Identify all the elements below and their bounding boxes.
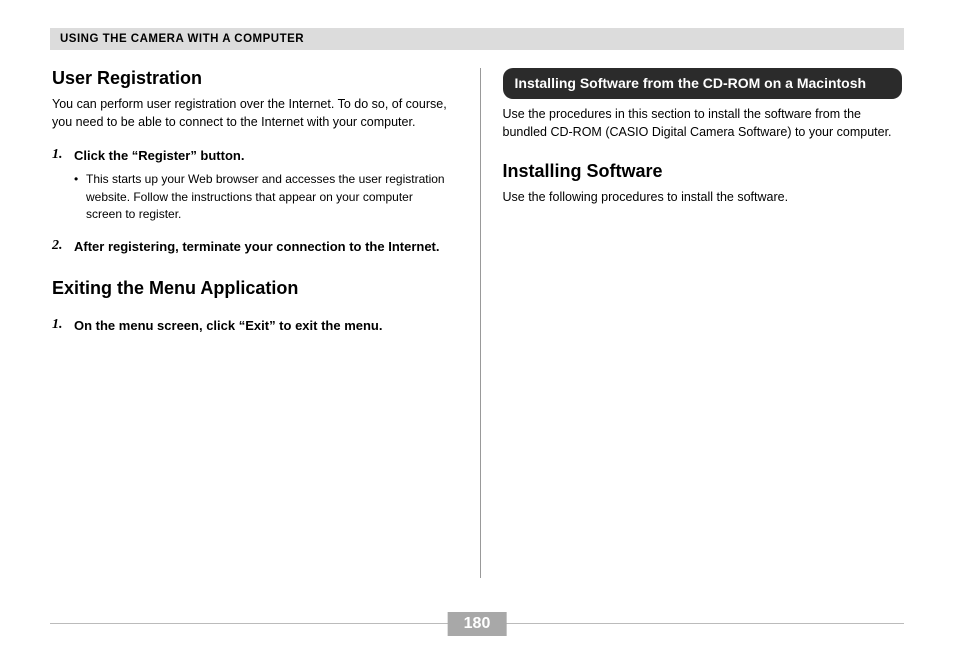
paragraph-user-registration: You can perform user registration over t… <box>52 95 452 131</box>
section-header-bar: USING THE CAMERA WITH A COMPUTER <box>50 28 904 50</box>
step-number: 2. <box>52 238 63 254</box>
page-footer: 180 <box>50 623 904 624</box>
callout-installing-mac: Installing Software from the CD-ROM on a… <box>503 68 903 99</box>
heading-installing-software: Installing Software <box>503 161 903 182</box>
step-item: 1. Click the “Register” button. This sta… <box>52 147 452 223</box>
step-text: After registering, terminate your connec… <box>74 238 452 256</box>
document-page: USING THE CAMERA WITH A COMPUTER User Re… <box>0 0 954 646</box>
paragraph-install-intro: Use the procedures in this section to in… <box>503 105 903 141</box>
step-number: 1. <box>52 147 63 163</box>
heading-exiting-menu: Exiting the Menu Application <box>52 278 452 299</box>
page-number: 180 <box>448 612 507 636</box>
callout-text: Installing Software from the CD-ROM on a… <box>515 75 867 91</box>
step-item: 1. On the menu screen, click “Exit” to e… <box>52 317 452 335</box>
right-column: Installing Software from the CD-ROM on a… <box>481 68 905 578</box>
step-number: 1. <box>52 317 63 333</box>
step-text: Click the “Register” button. <box>74 147 452 165</box>
section-header-text: USING THE CAMERA WITH A COMPUTER <box>60 33 304 45</box>
heading-user-registration: User Registration <box>52 68 452 89</box>
step-text: On the menu screen, click “Exit” to exit… <box>74 317 452 335</box>
step-bullet: This starts up your Web browser and acce… <box>74 171 452 223</box>
paragraph-install-procedures: Use the following procedures to install … <box>503 188 903 206</box>
left-column: User Registration You can perform user r… <box>50 68 480 578</box>
two-column-layout: User Registration You can perform user r… <box>50 68 904 578</box>
step-item: 2. After registering, terminate your con… <box>52 238 452 256</box>
